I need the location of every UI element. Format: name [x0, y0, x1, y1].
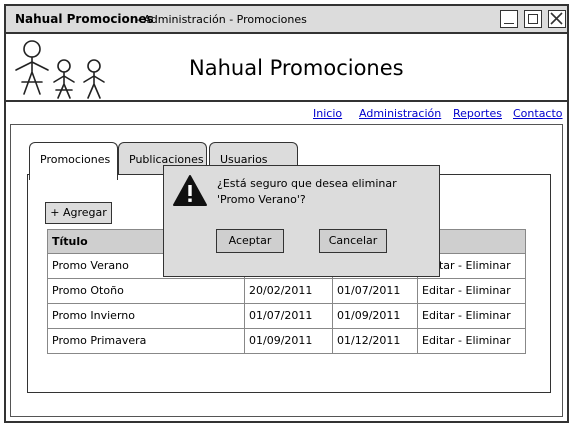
confirm-dialog: ¿Está seguro que desea eliminar 'Promo V…	[163, 165, 440, 277]
cell-title: Promo Invierno	[47, 304, 245, 329]
window-app-name: Nahual Promociones	[15, 12, 154, 26]
nav-link-contacto[interactable]: Contacto	[513, 107, 563, 120]
table-row: Promo Primavera 01/09/2011 01/12/2011 Ed…	[47, 329, 526, 354]
maximize-button[interactable]	[524, 10, 542, 28]
window-titlebar: Nahual Promociones - Administración - Pr…	[6, 6, 567, 34]
cell-start-date: 01/09/2011	[245, 329, 333, 354]
minimize-button[interactable]	[500, 10, 518, 28]
row-actions[interactable]: Editar - Eliminar	[418, 279, 526, 304]
window-subtitle: - Administración - Promociones	[136, 13, 307, 26]
nav-link-inicio[interactable]: Inicio	[313, 107, 342, 120]
cell-end-date: 01/09/2011	[333, 304, 418, 329]
cell-start-date: 20/02/2011	[245, 279, 333, 304]
nav-link-administracion[interactable]: Administración	[359, 107, 441, 120]
tab-promociones[interactable]: Promociones	[29, 142, 118, 180]
add-button[interactable]: + Agregar	[45, 202, 112, 224]
close-icon	[550, 12, 563, 25]
cell-end-date: 01/12/2011	[333, 329, 418, 354]
family-logo-icon	[15, 40, 105, 99]
row-actions[interactable]: Editar - Eliminar	[418, 329, 526, 354]
cell-start-date: 01/07/2011	[245, 304, 333, 329]
cancel-button[interactable]: Cancelar	[319, 229, 387, 253]
table-row: Promo Invierno 01/07/2011 01/09/2011 Edi…	[47, 304, 526, 329]
row-actions[interactable]: Editar - Eliminar	[418, 304, 526, 329]
cell-title: Promo Primavera	[47, 329, 245, 354]
site-title: Nahual Promociones	[189, 56, 404, 80]
table-row: Promo Otoño 20/02/2011 01/07/2011 Editar…	[47, 279, 526, 304]
close-button[interactable]	[548, 10, 566, 28]
cell-end-date: 01/07/2011	[333, 279, 418, 304]
cell-title: Promo Otoño	[47, 279, 245, 304]
tab-label: Promociones	[40, 153, 111, 166]
site-header: Nahual Promociones	[6, 34, 567, 102]
accept-button[interactable]: Aceptar	[216, 229, 284, 253]
warning-icon	[173, 175, 207, 206]
dialog-message: ¿Está seguro que desea eliminar 'Promo V…	[217, 177, 397, 206]
nav-link-reportes[interactable]: Reportes	[453, 107, 502, 120]
